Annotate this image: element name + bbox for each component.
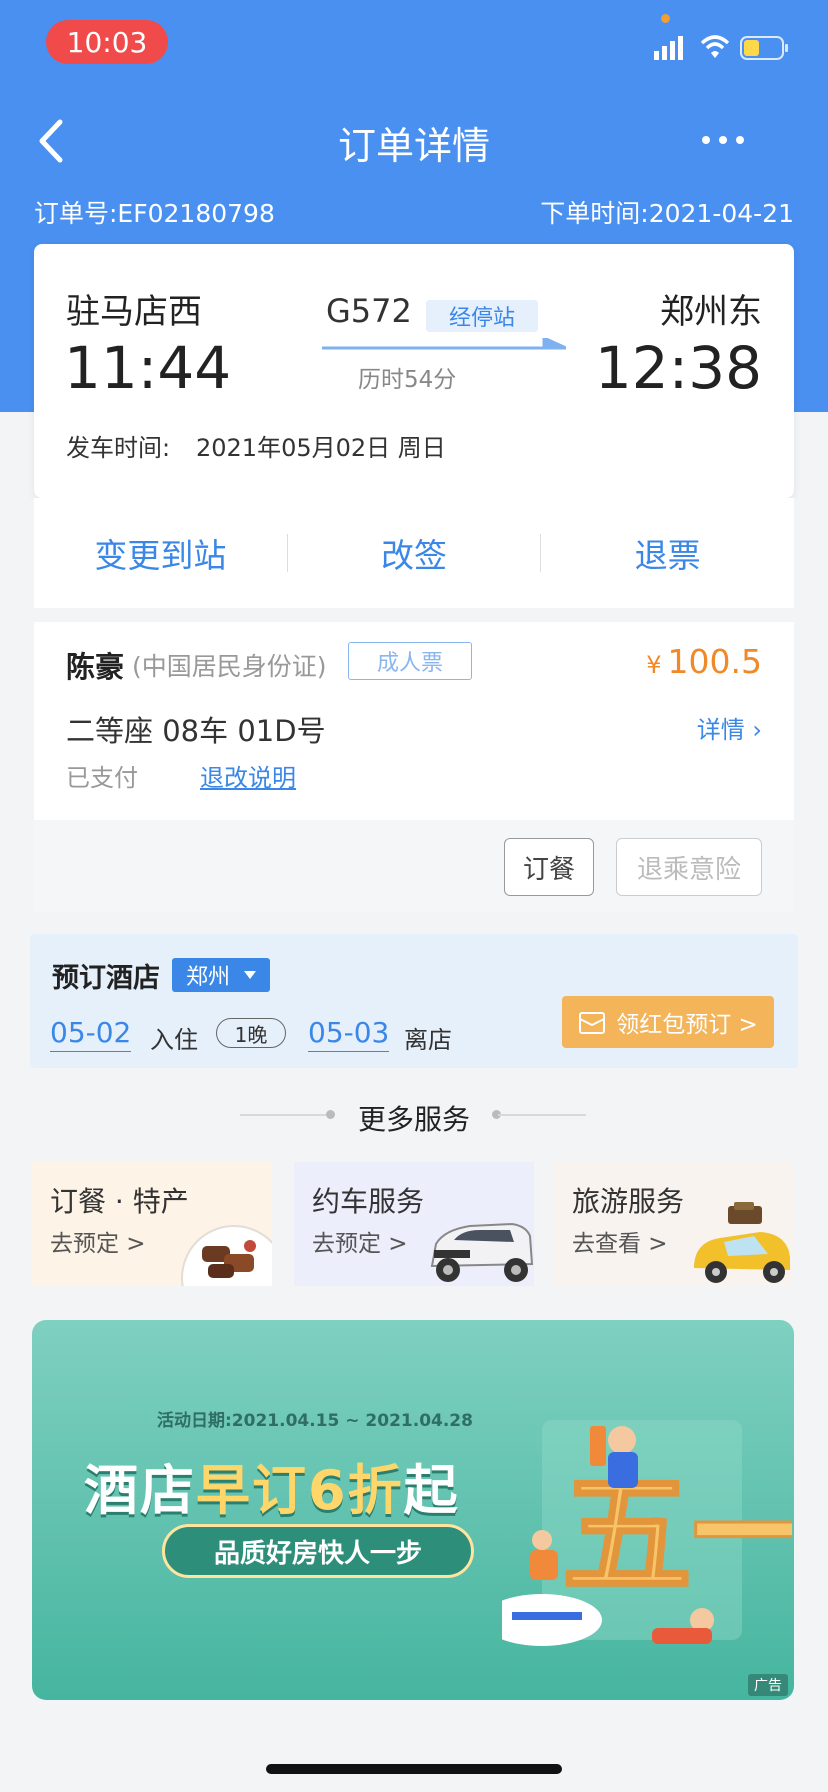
service-travel[interactable]: 旅游服务 去查看 > (554, 1162, 794, 1286)
ad-label: 广告 (748, 1674, 788, 1696)
service-link: 去预定 > (50, 1231, 146, 1257)
order-meal-button[interactable]: 订餐 (504, 838, 594, 896)
more-services-title: 更多服务 (357, 1103, 470, 1136)
departure-time: 11:44 (64, 334, 232, 402)
ticket-actions: 变更到站 改签 退票 (34, 498, 794, 608)
battery-icon (740, 36, 788, 60)
more-icon[interactable] (700, 130, 746, 150)
hotel-book-label: 领红包预订 > (616, 1012, 758, 1038)
status-time: 10:03 (46, 20, 168, 64)
indicator-dot (661, 14, 670, 23)
ticket-card: 驻马店西 11:44 G572 经停站 历时54分 郑州东 12:38 发车时间… (34, 244, 794, 498)
service-title: 订餐 · 特产 (50, 1185, 189, 1218)
promo-banner[interactable]: 活动日期:2021.04.15 ~ 2021.04.28 酒店早订6折起 品质好… (32, 1320, 794, 1700)
stops-badge[interactable]: 经停站 (426, 300, 538, 332)
check-out-label: 离店 (404, 1026, 452, 1054)
service-car[interactable]: 约车服务 去预定 > (294, 1162, 534, 1286)
service-link: 去预定 > (312, 1231, 408, 1257)
service-title: 约车服务 (312, 1185, 425, 1218)
passenger-name: 陈豪 (66, 650, 125, 684)
extra-services-row: 订餐 退乘意险 (34, 820, 794, 912)
reschedule-button[interactable]: 改签 (288, 529, 541, 577)
service-meal-specialty[interactable]: 订餐 · 特产 去预定 > (32, 1162, 272, 1286)
food-plate-icon (181, 1225, 272, 1286)
seat-info: 二等座 08车 01D号 (66, 714, 326, 748)
hotel-book-button[interactable]: 领红包预订 > (562, 996, 774, 1048)
divider (498, 1114, 586, 1116)
price-value: 100.5 (667, 642, 762, 681)
promo-headline: 酒店早订6折起 (84, 1446, 460, 1525)
refund-rules-link[interactable]: 退改说明 (200, 758, 296, 793)
caret-down-icon (244, 971, 257, 979)
car-icon (430, 1222, 534, 1282)
trip-duration: 历时54分 (358, 367, 457, 393)
departure-station: 驻马店西 (66, 292, 202, 332)
passenger-id-type: (中国居民身份证) (132, 652, 327, 681)
service-link: 去查看 > (572, 1231, 668, 1257)
insurance-button[interactable]: 退乘意险 (616, 838, 762, 896)
service-title: 旅游服务 (572, 1185, 685, 1218)
check-in-label: 入住 (150, 1026, 198, 1054)
nights-badge: 1晚 (216, 1018, 286, 1048)
red-packet-icon (579, 1012, 606, 1034)
currency-symbol: ¥ (646, 651, 662, 679)
departure-date: 2021年05月02日 周日 (196, 434, 446, 462)
signal-icon (654, 36, 683, 60)
detail-link[interactable]: 详情 › (697, 710, 762, 745)
payment-status: 已支付 (66, 764, 138, 792)
change-destination-button[interactable]: 变更到站 (34, 529, 287, 577)
wifi-icon (700, 35, 730, 58)
city-selector[interactable]: 郑州 (172, 958, 271, 992)
arrival-station: 郑州东 (660, 292, 762, 332)
home-indicator[interactable] (266, 1764, 562, 1774)
headline-part: 酒店 (84, 1459, 196, 1522)
order-time: 下单时间:2021-04-21 (540, 199, 794, 228)
departure-date-label: 发车时间: (66, 434, 171, 462)
promo-tagline: 品质好房快人一步 (162, 1524, 474, 1578)
train-number: G572 (326, 292, 412, 330)
arrival-time: 12:38 (594, 334, 762, 402)
promo-period: 活动日期:2021.04.15 ~ 2021.04.28 (157, 1411, 473, 1431)
order-number: 订单号:EF02180798 (34, 199, 275, 228)
banner-art-text: 五一 (562, 1459, 792, 1611)
check-out-date[interactable]: 05-03 (308, 1016, 390, 1052)
route-arrow-icon (322, 338, 566, 350)
headline-highlight: 早订6折 (196, 1459, 404, 1522)
hotel-title: 预订酒店 (52, 963, 160, 994)
ticket-price: ¥100.5 (646, 642, 762, 681)
travel-car-icon (694, 1202, 790, 1283)
hotel-booking-card: 预订酒店 郑州 05-02 入住 1晚 05-03 离店 领红包预订 > (30, 934, 798, 1068)
check-in-date[interactable]: 05-02 (50, 1016, 132, 1052)
refund-button[interactable]: 退票 (541, 529, 794, 577)
may-day-illustration: 五一 (502, 1420, 792, 1646)
ticket-type-badge: 成人票 (348, 642, 472, 680)
headline-part: 起 (403, 1459, 460, 1522)
passenger-card: 陈豪 (中国居民身份证) 成人票 ¥100.5 二等座 08车 01D号 详情 … (34, 622, 794, 820)
city-label: 郑州 (186, 965, 231, 990)
